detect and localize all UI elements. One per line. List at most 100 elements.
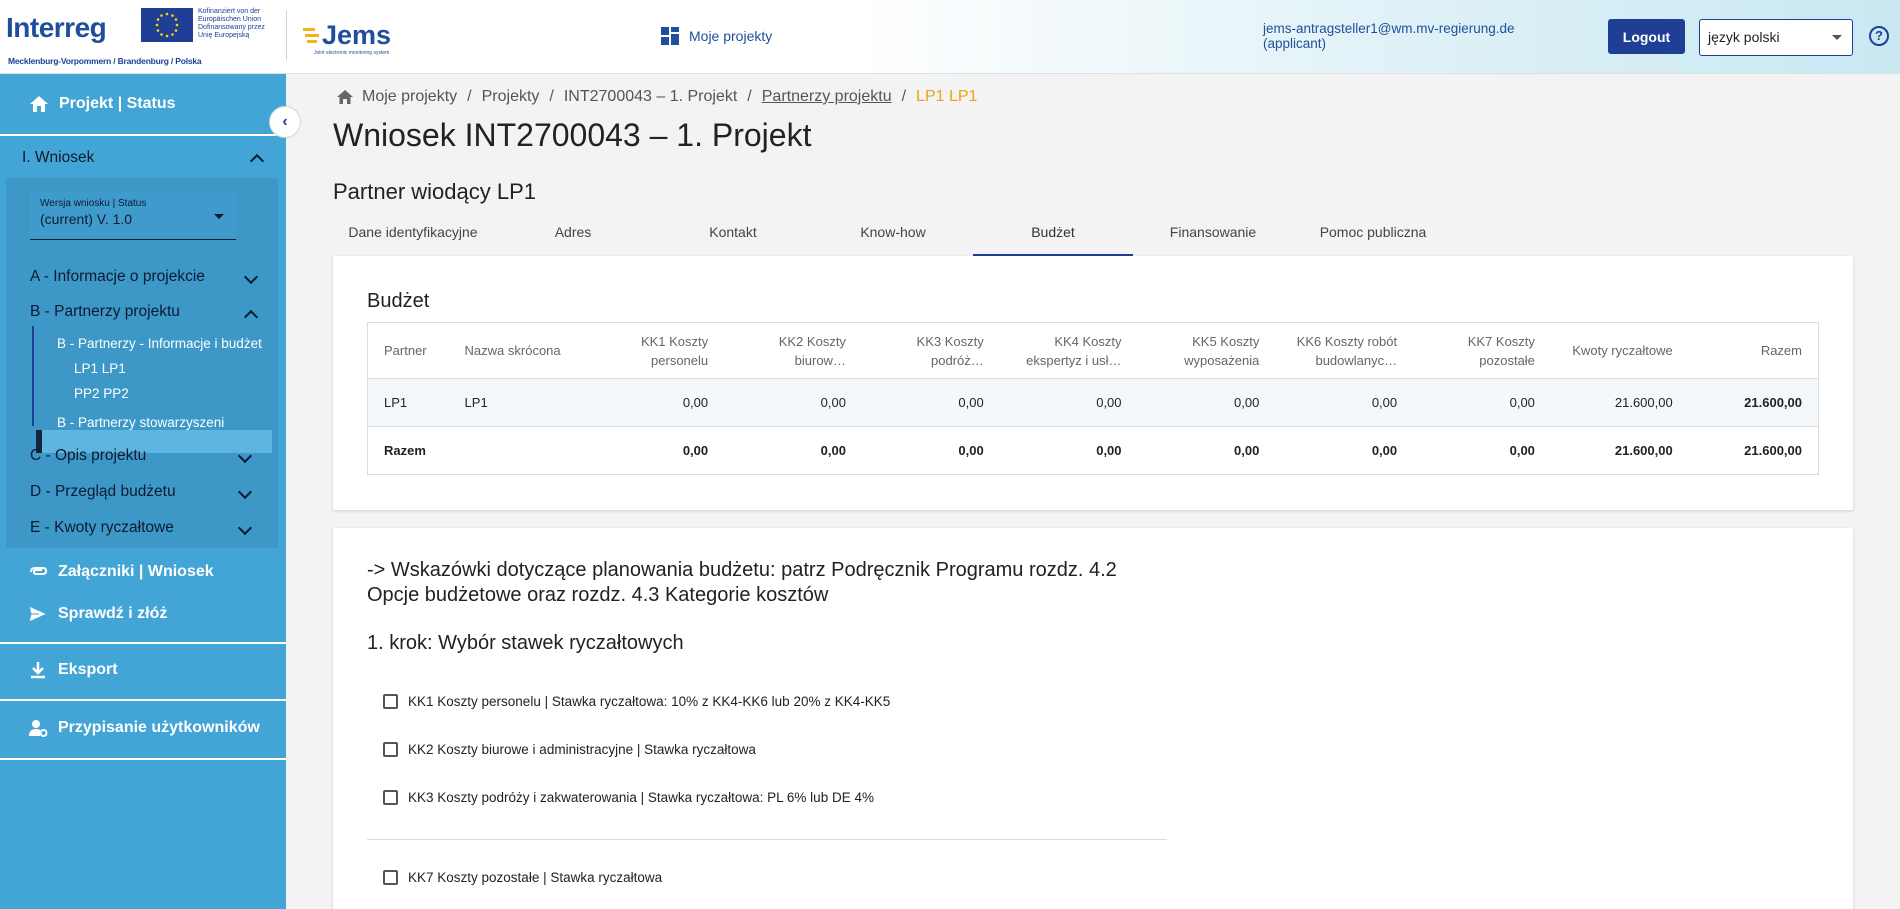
sidebar-item-section-d[interactable]: D - Przegląd budżetu (30, 483, 270, 507)
column-header[interactable]: KK3 Koszty podróż… (861, 322, 1000, 379)
cell-kk1: 0,00 (586, 426, 725, 475)
app-header: Interreg Kofinanziert von der Europäisch… (0, 0, 1900, 74)
chevron-down-icon (237, 520, 253, 536)
cell-kk5: 0,00 (1137, 426, 1276, 475)
partner-tabs: Dane identyfikacyjne Adres Kontakt Know-… (333, 216, 1853, 256)
sidebar-item-label: Załączniki | Wniosek (58, 563, 214, 580)
option-label: KK7 Koszty pozostałe | Stawka ryczałtowa (408, 870, 663, 885)
my-projects-link[interactable]: Moje projekty (661, 27, 772, 45)
tab-address[interactable]: Adres (493, 216, 653, 256)
cell-kk3: 0,00 (861, 378, 1000, 427)
breadcrumb-partners[interactable]: Partnerzy projektu (762, 88, 892, 106)
tab-identification[interactable]: Dane identyfikacyjne (333, 216, 493, 256)
breadcrumb-separator: / (549, 88, 554, 105)
user-settings-icon (29, 720, 48, 737)
column-header[interactable]: Nazwa skrócona (448, 322, 587, 379)
cell-kk7: 0,00 (1413, 426, 1551, 475)
home-icon (30, 96, 48, 112)
flat-rate-option-kk3[interactable]: KK3 Koszty podróży i zakwaterowania | St… (383, 790, 874, 805)
submenu-indent-line (32, 326, 34, 426)
sidebar-item-export[interactable]: Eksport (0, 652, 286, 688)
tab-know-how[interactable]: Know-how (813, 216, 973, 256)
column-header[interactable]: KK6 Koszty robót budowlanyc… (1275, 322, 1414, 379)
column-header[interactable]: KK2 Koszty biurow… (724, 322, 862, 379)
sidebar-item-project-status[interactable]: Projekt | Status (0, 74, 286, 136)
eu-cofinancing-text: Kofinanziert von der Europäischen Union … (198, 8, 265, 39)
my-projects-label: Moje projekty (689, 28, 773, 44)
checkbox[interactable] (383, 742, 398, 757)
version-select[interactable]: Wersja wniosku | Status (current) V. 1.0 (30, 192, 236, 240)
cell-total: 21.600,00 (1688, 378, 1819, 427)
language-select[interactable]: język polski (1699, 19, 1853, 56)
column-header[interactable]: KK4 Koszty ekspertyz i usł… (999, 322, 1138, 379)
language-value: język polski (1708, 29, 1780, 45)
chevron-down-icon (237, 484, 253, 500)
sidebar-item-section-a[interactable]: A - Informacje o projekcie (30, 268, 270, 292)
breadcrumb-current: LP1 LP1 (916, 88, 978, 105)
column-header[interactable]: KK5 Koszty wyposażenia (1137, 322, 1276, 379)
user-role: (applicant) (1263, 36, 1327, 51)
interreg-logo: Interreg Kofinanziert von der Europäisch… (6, 6, 282, 70)
cell-lump-sum: 21.600,00 (1550, 426, 1689, 475)
version-label: Wersja wniosku | Status (40, 198, 147, 209)
sidebar-item-lp1[interactable]: LP1 LP1 (74, 361, 126, 376)
page-title: Wniosek INT2700043 – 1. Projekt (333, 117, 812, 153)
tab-budget[interactable]: Budżet (973, 216, 1133, 256)
sidebar-item-label: B - Partnerzy projektu (30, 303, 180, 320)
jems-logo[interactable]: Jems Joint electronic monitoring system (300, 18, 410, 58)
chevron-down-icon (243, 269, 259, 285)
dropdown-caret-icon (1832, 35, 1842, 40)
interreg-wordmark: Interreg (6, 12, 107, 43)
cell-short-name: LP1 (448, 378, 587, 427)
sidebar-item-section-b[interactable]: B - Partnerzy projektu (30, 303, 270, 327)
sidebar-item-label: D - Przegląd budżetu (30, 483, 176, 500)
sidebar-item-label: E - Kwoty ryczałtowe (30, 519, 174, 536)
column-header[interactable]: KK7 Koszty pozostałe (1413, 322, 1551, 379)
table-row[interactable]: LP1 LP1 0,00 0,00 0,00 0,00 0,00 0,00 0,… (367, 378, 1819, 427)
checkbox[interactable] (383, 790, 398, 805)
sidebar-item-partners-info-budget[interactable]: B - Partnerzy - Informacje i budżet (57, 336, 262, 351)
column-header[interactable]: Partner (367, 322, 449, 379)
send-icon (28, 605, 48, 623)
flat-rate-option-kk2[interactable]: KK2 Koszty biurowe i administracyjne | S… (383, 742, 756, 757)
breadcrumb-projects[interactable]: Projekty (482, 88, 540, 106)
breadcrumb-my-projects[interactable]: Moje projekty (362, 88, 457, 106)
cell-kk6: 0,00 (1275, 426, 1414, 475)
sidebar-item-attachments[interactable]: Załączniki | Wniosek (0, 554, 286, 590)
dropdown-caret-icon (214, 214, 224, 219)
checkbox[interactable] (383, 870, 398, 885)
column-header[interactable]: Razem (1688, 322, 1819, 379)
column-header[interactable]: Kwoty ryczałtowe (1550, 322, 1689, 379)
sidebar-item-label: I. Wniosek (22, 149, 95, 166)
sidebar-divider (0, 642, 286, 644)
sidebar-item-label: Projekt | Status (59, 95, 176, 112)
tab-financing[interactable]: Finansowanie (1133, 216, 1293, 256)
cell-partner: Razem (367, 426, 449, 475)
tab-state-aid[interactable]: Pomoc publiczna (1293, 216, 1453, 256)
checkbox[interactable] (383, 694, 398, 709)
sidebar-item-associated-partners[interactable]: B - Partnerzy stowarzyszeni (57, 415, 224, 430)
sidebar-item-label: C - Opis projektu (30, 447, 147, 464)
home-icon (337, 90, 353, 104)
breadcrumb-separator: / (747, 88, 752, 105)
divider (367, 839, 1167, 840)
breadcrumb-project[interactable]: INT2700043 – 1. Projekt (564, 88, 737, 106)
sidebar-item-application[interactable]: I. Wniosek (0, 138, 286, 178)
logout-button[interactable]: Logout (1608, 19, 1685, 54)
help-icon[interactable]: ? (1869, 26, 1889, 46)
column-header[interactable]: KK1 Koszty personelu (586, 322, 725, 379)
sidebar-item-check-submit[interactable]: Sprawdź i złóż (0, 596, 286, 632)
sidebar-item-section-c[interactable]: C - Opis projektu (30, 447, 270, 471)
sidebar-item-section-e[interactable]: E - Kwoty ryczałtowe (30, 519, 270, 543)
eu-flag-icon (141, 8, 193, 42)
tab-contact[interactable]: Kontakt (653, 216, 813, 256)
breadcrumb-separator: / (467, 88, 472, 105)
flat-rate-option-kk1[interactable]: KK1 Koszty personelu | Stawka ryczałtowa… (383, 694, 890, 709)
sidebar-item-user-assignment[interactable]: Przypisanie użytkowników (0, 710, 286, 746)
flat-rate-option-kk7[interactable]: KK7 Koszty pozostałe | Stawka ryczałtowa (383, 870, 662, 885)
budget-hint: -> Wskazówki dotyczące planowania budżet… (367, 559, 1117, 606)
collapse-sidebar-button[interactable]: ‹ (269, 106, 301, 138)
cell-kk7: 0,00 (1413, 378, 1551, 427)
sidebar-item-pp2[interactable]: PP2 PP2 (74, 386, 129, 401)
budget-title: Budżet (367, 290, 430, 312)
